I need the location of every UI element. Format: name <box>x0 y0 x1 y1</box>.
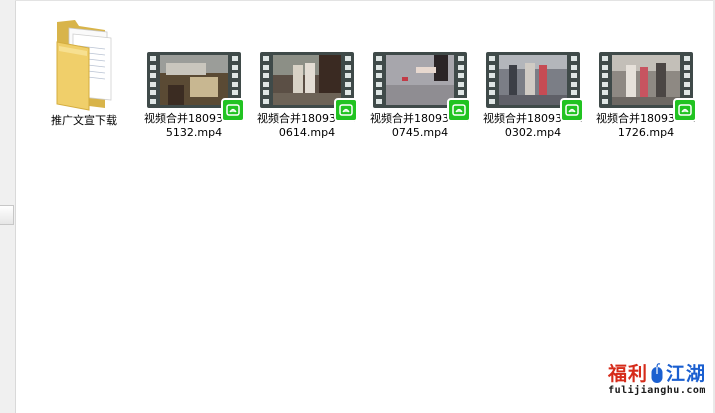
media-player-badge-icon <box>447 98 471 122</box>
video-file-icon <box>486 52 584 122</box>
video-file-icon <box>260 52 358 122</box>
watermark-title-left: 福利 <box>607 363 648 385</box>
video-thumbnail <box>499 55 567 105</box>
video-file-icon <box>599 52 697 122</box>
mouse-icon <box>651 363 663 383</box>
file-explorer-window: 推广文宣下载 视频合并180930095132.mp4 视频合并18093010… <box>0 0 715 413</box>
video-file-icon <box>147 52 245 122</box>
navigation-pane <box>0 0 16 413</box>
video-file-icon <box>373 52 471 122</box>
watermark-title: 福利 江湖 <box>607 363 707 385</box>
media-player-badge-icon <box>334 98 358 122</box>
video-thumbnail <box>273 55 341 105</box>
media-player-badge-icon <box>221 98 245 122</box>
file-name: 推广文宣下载 <box>51 114 117 127</box>
video-thumbnail <box>386 55 454 105</box>
watermark-url: fulijianghu.com <box>608 385 706 396</box>
media-player-badge-icon <box>673 98 697 122</box>
file-item-video[interactable]: 视频合并180930110302.mp4 <box>478 52 588 140</box>
file-item-video[interactable]: 视频合并180930100745.mp4 <box>365 52 475 140</box>
pane-scroll-handle[interactable] <box>0 205 14 225</box>
site-watermark: 福利 江湖 fulijianghu.com <box>607 363 707 407</box>
top-divider <box>15 0 715 1</box>
file-item-folder[interactable]: 推广文宣下载 <box>29 12 139 128</box>
file-item-video[interactable]: 视频合并180930111726.mp4 <box>591 52 701 140</box>
file-item-video[interactable]: 视频合并180930100614.mp4 <box>252 52 362 140</box>
media-player-badge-icon <box>560 98 584 122</box>
folder-icon <box>49 12 119 111</box>
file-item-video[interactable]: 视频合并180930095132.mp4 <box>139 52 249 140</box>
video-thumbnail <box>160 55 228 105</box>
video-thumbnail <box>612 55 680 105</box>
watermark-title-right: 江湖 <box>666 363 707 385</box>
